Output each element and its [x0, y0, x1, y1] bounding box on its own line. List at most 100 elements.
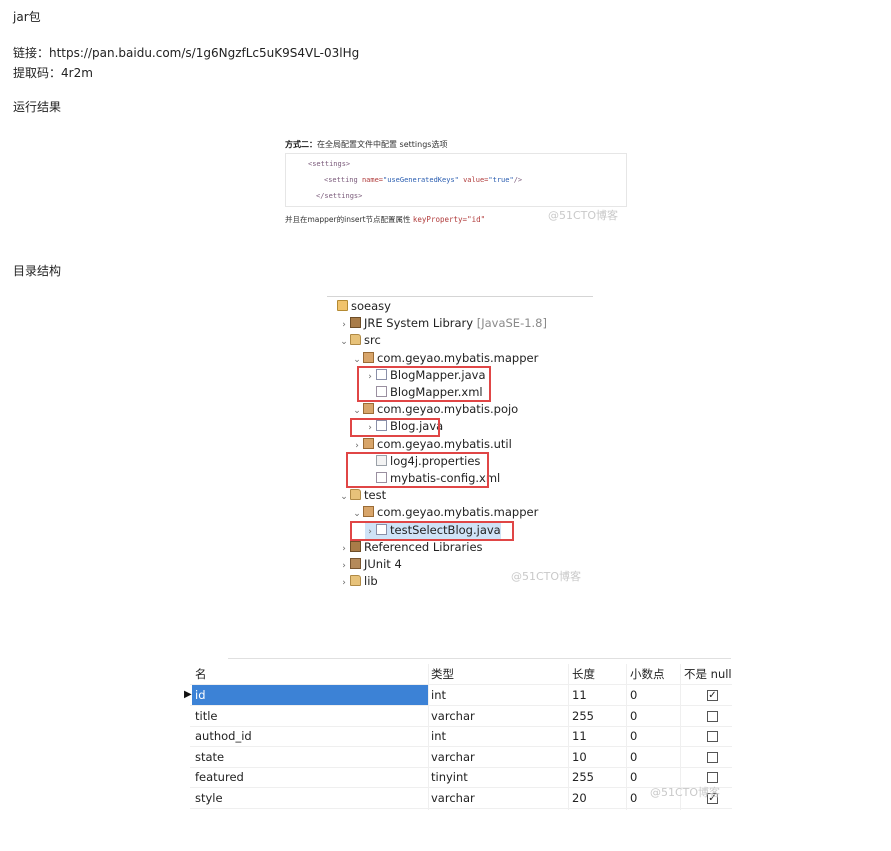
row-divider — [190, 808, 732, 809]
tree-item-label: com.geyao.mybatis.util — [377, 436, 512, 451]
table-cell-length[interactable]: 10 — [572, 747, 587, 767]
package-icon — [363, 403, 374, 415]
table-cell-length[interactable]: 11 — [572, 726, 587, 746]
highlight-box-config-files — [346, 452, 489, 488]
chevron-down-icon[interactable]: ⌄ — [339, 334, 349, 351]
table-cell-type[interactable]: varchar — [431, 788, 475, 808]
tree-item[interactable]: › lib — [339, 573, 378, 590]
table-cell-length[interactable]: 11 — [572, 685, 587, 705]
watermark: @51CTO博客 — [511, 570, 582, 583]
column-header[interactable]: 名 — [195, 664, 207, 684]
tree-item-label: test — [364, 488, 387, 503]
run-result-heading: 运行结果 — [13, 100, 62, 114]
tree-item-label: com.geyao.mybatis.mapper — [377, 505, 539, 520]
chevron-down-icon[interactable]: ⌄ — [339, 489, 349, 506]
column-header[interactable]: 小数点 — [630, 664, 665, 684]
not-null-checkbox[interactable] — [707, 751, 718, 763]
divider — [327, 296, 593, 297]
table-cell-name[interactable]: featured — [195, 767, 244, 787]
highlight-box-mapper-files — [357, 366, 491, 402]
tree-item-label: src — [364, 333, 381, 348]
settings-code-screenshot: 方式二：在全局配置文件中配置 settings选项 <settings> <se… — [283, 136, 628, 228]
table-cell-name[interactable]: authod_id — [195, 726, 252, 746]
tree-item[interactable]: soeasy — [326, 298, 391, 315]
footer-text: 并且在mapper的insert节点配置属性 — [285, 215, 413, 224]
tree-item[interactable]: › com.geyao.mybatis.util — [352, 436, 512, 453]
source-folder-icon — [350, 334, 361, 346]
table-cell-type[interactable]: varchar — [431, 706, 475, 726]
table-cell-decimals[interactable]: 0 — [630, 685, 637, 705]
column-header[interactable]: 不是 null — [684, 664, 732, 684]
library-icon — [350, 540, 361, 552]
caption-rest: 在全局配置文件中配置 settings选项 — [317, 140, 448, 149]
tree-item[interactable]: ⌄ src — [339, 332, 381, 349]
code-tag: <setting — [324, 176, 362, 184]
tree-item-suffix: [JavaSE-1.8] — [476, 316, 547, 331]
tree-item-label: JRE System Library — [364, 316, 477, 331]
highlight-box-test-file — [350, 521, 514, 541]
table-cell-name[interactable]: state — [195, 747, 224, 767]
table-cell-decimals[interactable]: 0 — [630, 747, 637, 767]
code-tag-close: /> — [513, 176, 523, 184]
watermark: @51CTO博客 — [548, 209, 619, 222]
tree-item[interactable]: ⌄ com.geyao.mybatis.mapper — [352, 504, 538, 521]
tree-item-label: lib — [364, 574, 378, 589]
not-null-checkbox[interactable]: ✓ — [707, 690, 718, 701]
table-cell-length[interactable]: 255 — [572, 767, 594, 787]
package-icon — [363, 351, 374, 363]
figure1-footer: 并且在mapper的insert节点配置属性 keyProperty="id" — [285, 214, 485, 225]
tree-item[interactable]: ⌄ com.geyao.mybatis.pojo — [352, 401, 518, 418]
table-cell-type[interactable]: varchar — [431, 747, 475, 767]
download-link[interactable]: 链接：https://pan.baidu.com/s/1g6NgzfLc5uK9… — [13, 45, 359, 61]
table-cell-decimals[interactable]: 0 — [630, 706, 637, 726]
table-cell-type[interactable]: int — [431, 685, 446, 705]
code-attr-value: value= — [458, 176, 489, 184]
table-cell-name[interactable]: title — [195, 706, 217, 726]
table-cell-decimals[interactable]: 0 — [630, 726, 637, 746]
table-design-screenshot: 名 类型 长度 小数点 不是 null ▶ id int 11 0 ✓ title varchar 255… — [184, 656, 732, 811]
table-cell-decimals[interactable]: 0 — [630, 788, 637, 808]
tree-item[interactable]: ⌄ test — [339, 487, 386, 504]
highlight-box-blog-java — [350, 418, 440, 437]
current-row-arrow-icon: ▶ — [184, 689, 192, 700]
code-attr-name: name= — [361, 176, 384, 184]
row-divider — [190, 725, 732, 727]
directory-structure-heading: 目录结构 — [13, 264, 62, 278]
tree-item[interactable]: › JRE System Library [JavaSE-1.8] — [339, 315, 547, 332]
tree-item-label: soeasy — [351, 299, 391, 313]
watermark: @51CTO博客 — [650, 786, 721, 799]
figure1-caption: 方式二：在全局配置文件中配置 settings选项 — [285, 139, 447, 150]
extract-code: 提取码：4r2m — [13, 66, 93, 80]
tree-item[interactable]: ⌄ com.geyao.mybatis.mapper — [352, 350, 538, 367]
table-cell-decimals[interactable]: 0 — [630, 767, 637, 787]
tree-item-label: Referenced Libraries — [364, 539, 483, 554]
table-cell-length[interactable]: 255 — [572, 706, 594, 726]
column-header[interactable]: 类型 — [431, 664, 454, 684]
folder-icon — [350, 575, 361, 587]
selected-cell[interactable] — [192, 685, 428, 705]
chevron-right-icon[interactable]: › — [339, 575, 349, 592]
table-cell-type[interactable]: tinyint — [431, 767, 468, 787]
code-settings-open: <settings> — [308, 160, 351, 168]
footer-code: keyProperty="id" — [412, 215, 486, 224]
column-header[interactable]: 长度 — [572, 664, 595, 684]
project-tree-screenshot: soeasy › JRE System Library [JavaSE-1.8] ⌄ s… — [322, 292, 594, 598]
not-null-checkbox[interactable] — [707, 731, 718, 743]
tree-item[interactable]: › Referenced Libraries — [339, 539, 483, 556]
tree-item[interactable]: › JUnit 4 — [339, 556, 402, 573]
jar-title: jar包 — [13, 10, 41, 24]
not-null-checkbox[interactable] — [707, 772, 718, 784]
table-cell-type[interactable]: int — [431, 726, 446, 746]
package-icon — [363, 437, 374, 449]
tree-item-label: JUnit 4 — [364, 557, 402, 571]
junit-library-icon — [350, 558, 361, 569]
package-icon — [363, 506, 374, 518]
table-cell-name[interactable]: style — [195, 788, 223, 808]
caption-bold: 方式二： — [285, 140, 317, 149]
code-name-value: "useGeneratedKeys" — [383, 176, 459, 184]
not-null-checkbox[interactable] — [707, 710, 718, 722]
table-cell-length[interactable]: 20 — [572, 788, 587, 808]
table-cell-name[interactable]: id — [195, 685, 206, 705]
code-settings-close: </settings> — [316, 192, 363, 200]
source-folder-icon — [350, 489, 361, 501]
